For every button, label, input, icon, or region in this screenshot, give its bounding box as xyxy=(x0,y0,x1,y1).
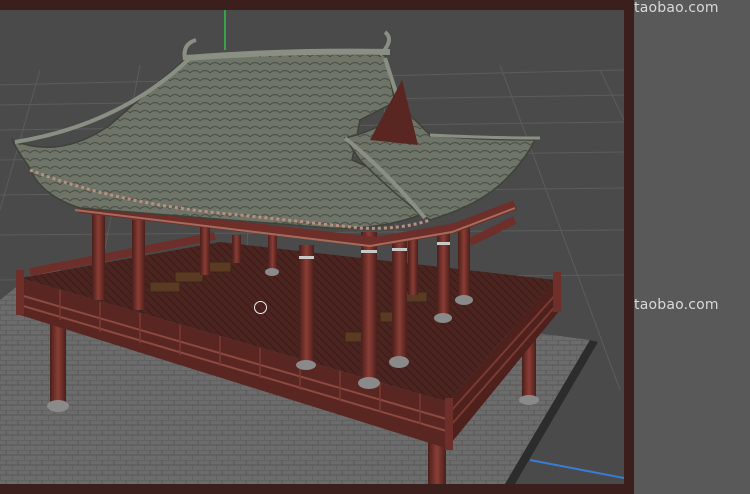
circle-cursor-icon xyxy=(254,301,267,314)
side-panel xyxy=(634,0,750,494)
x-axis-line xyxy=(529,459,624,479)
pagoda-roof xyxy=(10,30,541,230)
watermark-top: taobao.com xyxy=(634,0,719,16)
3d-viewport[interactable] xyxy=(0,10,624,484)
watermark-middle: taobao.com xyxy=(634,297,719,313)
scene-render xyxy=(0,10,624,484)
